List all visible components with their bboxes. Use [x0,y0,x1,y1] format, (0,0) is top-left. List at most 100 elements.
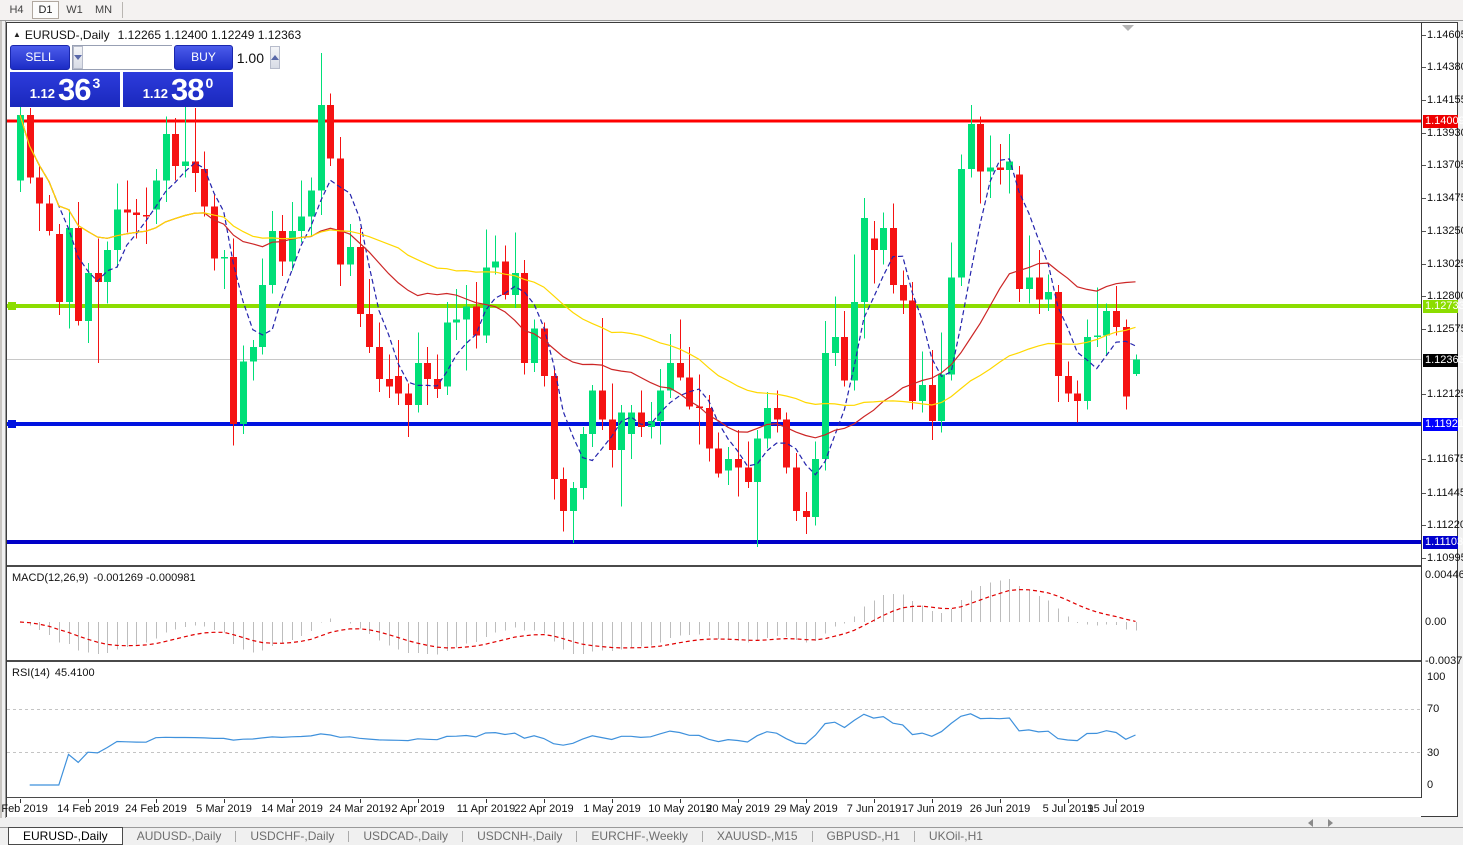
date-axis-tick-label: 5 Mar 2019 [196,803,252,815]
candle-body [521,273,528,363]
rsi-canvas[interactable] [7,664,1421,797]
candle-body [938,375,945,421]
chart-tab-usdcaddaily[interactable]: USDCAD-,Daily [349,828,462,845]
chart-tab-gbpusdh1[interactable]: GBPUSD-,H1 [813,828,914,845]
chart-symbol-label: EURUSD-,Daily [25,28,110,42]
date-axis-tick-label: 5 Feb 2019 [0,803,48,815]
candle-body [987,167,994,171]
collapse-triangle-icon[interactable]: ▲ [13,30,21,39]
candle-body [172,134,179,166]
candle-body [1123,327,1130,397]
candle-body [424,363,431,379]
tab-scroll-right-button[interactable] [1323,819,1337,827]
sell-button[interactable]: SELL [10,45,70,70]
candle-body [405,394,412,406]
chart-tab-eurchfweekly[interactable]: EURCHF-,Weekly [577,828,701,845]
candle-body [327,105,334,159]
date-axis-tick-label: 11 Apr 2019 [457,803,516,815]
candle-body [259,285,266,347]
buy-price-box[interactable]: 1.12 38 0 [123,72,233,107]
timeframe-button-w1[interactable]: W1 [61,1,88,19]
candle-body [861,218,868,302]
rsi-axis-label: 30 [1427,747,1439,759]
candle-body [250,347,257,362]
buy-price-big-digits: 38 [171,76,203,104]
price-axis-tick-label: 1.12575 [1427,323,1463,335]
arrow-right-icon [1328,819,1333,827]
candle-body [444,322,451,386]
candle-body [483,267,490,335]
date-axis-tick-label: 17 Jun 2019 [902,803,963,815]
line-drag-handle[interactable] [8,420,16,428]
price-axis-tick-label: 1.12125 [1427,388,1463,400]
candle-body [1133,360,1140,374]
line-drag-handle[interactable] [8,302,16,310]
candle-body [580,434,587,488]
volume-increase-button[interactable] [270,46,280,69]
date-axis-tick-label: 20 May 2019 [706,803,770,815]
candle-body [1074,394,1081,401]
sell-price-box[interactable]: 1.12 36 3 [10,72,120,107]
chart-ohlc-values: 1.12265 1.12400 1.12249 1.12363 [118,28,302,42]
candle-body [289,231,296,261]
candle-body [560,479,567,511]
timeframe-button-h4[interactable]: H4 [3,1,30,19]
candles [17,53,1140,547]
one-click-trading-panel: SELL BUY 1.12 36 3 1.12 [10,45,233,107]
chart-tab-usdcnhdaily[interactable]: USDCNH-,Daily [463,828,576,845]
rsi-axis-label: 100 [1427,671,1445,683]
price-axis-tick-mark [1422,231,1426,232]
chart-tab-ukoilh1[interactable]: UKOil-,H1 [915,828,997,845]
volume-decrease-button[interactable] [73,46,83,69]
price-axis-tick-label: 1.11675 [1427,453,1463,465]
candle-body [66,228,73,302]
price-tag: 1.12733 [1423,300,1458,313]
date-axis-tick-label: 2 Apr 2019 [391,803,444,815]
candle-body [56,234,63,302]
price-axis-tick-mark [1422,329,1426,330]
chevron-down-icon [74,55,82,60]
price-axis-tick-label: 1.14155 [1427,94,1463,106]
candle-body [269,231,276,285]
date-axis-tick-label: 10 May 2019 [648,803,712,815]
candle-body [1113,311,1120,327]
candle-body [453,320,460,323]
price-axis-tick-mark [1422,198,1426,199]
date-axis-tick-label: 14 Feb 2019 [57,803,119,815]
chevron-up-icon [271,55,279,60]
candle-body [968,124,975,169]
candle-body [124,209,131,212]
chart-tab-usdchfdaily[interactable]: USDCHF-,Daily [236,828,348,845]
price-axis-tick-label: 1.13475 [1427,192,1463,204]
price-axis[interactable]: 1.146051.143801.141551.139301.137051.134… [1421,23,1457,798]
date-axis[interactable]: 5 Feb 201914 Feb 201924 Feb 20195 Mar 20… [7,799,1421,817]
price-tag: 1.12363 [1423,354,1458,367]
candle-body [366,314,373,347]
candle-body [1055,292,1062,376]
chart-title: ▲ EURUSD-,Daily 1.12265 1.12400 1.12249 1.… [13,28,301,42]
candle-body [677,363,684,378]
candle-body [909,301,916,401]
buy-button[interactable]: BUY [174,45,233,70]
macd-label: MACD(12,26,9)-0.001269 -0.000981 [12,572,196,584]
chart-tab-eurusddaily[interactable]: EURUSD-,Daily [8,827,123,845]
timeframe-button-d1[interactable]: D1 [32,1,59,19]
candle-body [774,408,781,420]
candle-body [85,273,92,321]
candle-body [357,247,364,314]
tab-scroll-left-button[interactable] [1303,819,1317,827]
candle-body [880,228,887,250]
chart-tab-xauusdm15[interactable]: XAUUSD-,M15 [703,828,812,845]
date-axis-tick-label: 26 Jun 2019 [970,803,1031,815]
candle-body [1065,376,1072,393]
timeframe-button-mn[interactable]: MN [90,1,117,19]
candle-body [492,262,499,268]
price-axis-tick-mark [1422,100,1426,101]
price-chart-pane: ▲ EURUSD-,Daily 1.12265 1.12400 1.12249 1.… [7,23,1421,567]
macd-canvas[interactable] [7,569,1421,660]
tab-scroll-strip [0,818,1463,827]
candle-body [715,449,722,474]
chart-tab-audusddaily[interactable]: AUDUSD-,Daily [123,828,236,845]
sell-price-big-digits: 36 [58,76,90,104]
candle-body [871,238,878,250]
